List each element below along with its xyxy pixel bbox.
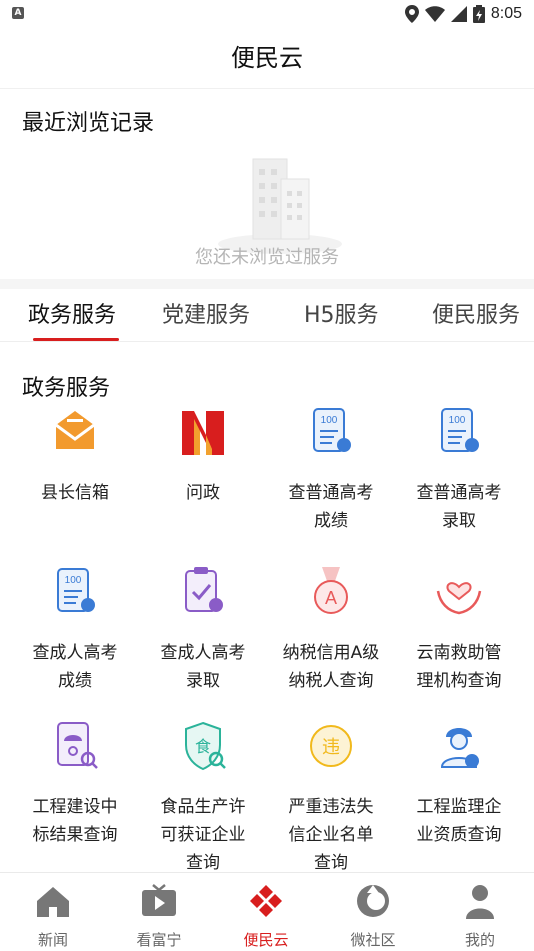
- nav-community[interactable]: 微社区: [320, 873, 426, 951]
- score-report-icon: 100: [313, 408, 351, 452]
- nav-label: 看富宁: [136, 931, 182, 949]
- service-label: 工程建设中 标结果查询: [32, 797, 118, 845]
- nav-bianminyun[interactable]: 便民云: [213, 873, 319, 951]
- mailbox-icon: [55, 411, 95, 449]
- medal-a-icon: A: [314, 567, 348, 614]
- clock: 8:05: [490, 5, 522, 22]
- svg-text:违: 违: [322, 737, 340, 758]
- nav-news[interactable]: 新闻: [0, 873, 106, 951]
- profile-icon: [466, 885, 494, 919]
- location-icon: [404, 5, 419, 23]
- service-violation-list[interactable]: 违 严重违法失 信企业名单 查询: [267, 719, 395, 877]
- recent-browsing-section: 最近浏览记录 您还未浏览过服务: [0, 89, 534, 279]
- tv-icon: [142, 884, 176, 916]
- service-label: 查普通高考 成绩: [288, 483, 374, 531]
- section-title: 政务服务: [22, 376, 111, 401]
- active-tab-indicator: [33, 338, 119, 341]
- nav-label: 便民云: [243, 931, 289, 949]
- service-tax-credit-a[interactable]: A 纳税信用A级 纳税人查询: [267, 565, 395, 695]
- bianminyun-icon: [250, 885, 282, 917]
- service-gaokao-admission[interactable]: 100 查普通高考 录取: [395, 405, 523, 535]
- community-icon: [357, 885, 389, 917]
- engineer-icon: [440, 728, 479, 768]
- nav-label: 我的: [464, 931, 495, 949]
- construction-search-icon: [57, 722, 98, 769]
- adult-admission-icon: [185, 567, 223, 612]
- service-label: 查普通高考 录取: [416, 483, 502, 531]
- service-county-mailbox[interactable]: 县长信箱: [11, 405, 139, 507]
- tab-convenience-services[interactable]: 便民服务: [432, 297, 520, 329]
- battery-icon: [472, 5, 485, 23]
- app-notification-icon: A: [12, 7, 24, 19]
- service-food-license[interactable]: 食 食品生产许 可获证企业 查询: [139, 719, 267, 877]
- svg-text:100: 100: [65, 575, 82, 586]
- wenzheng-logo-icon: [182, 411, 224, 455]
- food-license-icon: 食: [185, 721, 226, 771]
- wifi-icon: [424, 6, 445, 22]
- service-label: 纳税信用A级 纳税人查询: [282, 643, 380, 691]
- status-bar: A 8:05: [0, 0, 534, 28]
- service-label: 查成人高考 录取: [160, 643, 246, 691]
- svg-text:100: 100: [321, 415, 338, 426]
- recent-title: 最近浏览记录: [22, 111, 155, 136]
- service-label: 严重违法失 信企业名单 查询: [288, 797, 374, 873]
- service-label: 食品生产许 可获证企业 查询: [160, 797, 246, 873]
- nav-watch-funing[interactable]: 看富宁: [106, 873, 212, 951]
- tab-party-services[interactable]: 党建服务: [162, 297, 250, 329]
- home-icon: [37, 887, 69, 917]
- nav-label: 新闻: [37, 931, 68, 949]
- empty-state-text: 您还未浏览过服务: [195, 247, 339, 268]
- score-report-icon: 100: [441, 408, 479, 452]
- service-label: 县长信箱: [41, 483, 109, 503]
- service-adult-exam-score[interactable]: 100 查成人高考 成绩: [11, 565, 139, 695]
- violation-icon: 违: [310, 725, 352, 767]
- tab-h5-services[interactable]: H5服务: [304, 297, 379, 329]
- page-title: 便民云: [0, 28, 534, 89]
- adult-score-icon: 100: [57, 568, 95, 612]
- service-wenzheng[interactable]: 问政: [139, 405, 267, 507]
- section-divider: [0, 279, 534, 289]
- service-label: 工程监理企 业资质查询: [416, 797, 502, 845]
- service-construction-bid[interactable]: 工程建设中 标结果查询: [11, 719, 139, 849]
- nav-mine[interactable]: 我的: [427, 873, 533, 951]
- service-label: 查成人高考 成绩: [32, 643, 118, 691]
- service-supervision-qualification[interactable]: 工程监理企 业资质查询: [395, 719, 523, 849]
- service-gaokao-score[interactable]: 100 查普通高考 成绩: [267, 405, 395, 535]
- svg-text:A: A: [325, 588, 337, 608]
- service-rescue-agency[interactable]: 云南救助管 理机构查询: [395, 565, 523, 695]
- service-label: 云南救助管 理机构查询: [416, 643, 502, 691]
- tab-government-services[interactable]: 政务服务: [28, 297, 116, 329]
- service-tabs: 政务服务 党建服务 H5服务 便民服务: [0, 289, 534, 342]
- nav-label: 微社区: [350, 931, 396, 949]
- helping-hands-icon: [436, 582, 482, 615]
- svg-text:100: 100: [449, 415, 466, 426]
- signal-icon: [450, 6, 467, 22]
- bottom-navigation: 新闻 看富宁 便民云 微社区 我的: [0, 872, 534, 951]
- service-adult-exam-admission[interactable]: 查成人高考 录取: [139, 565, 267, 695]
- svg-text:食: 食: [195, 737, 211, 756]
- service-label: 问政: [186, 483, 220, 503]
